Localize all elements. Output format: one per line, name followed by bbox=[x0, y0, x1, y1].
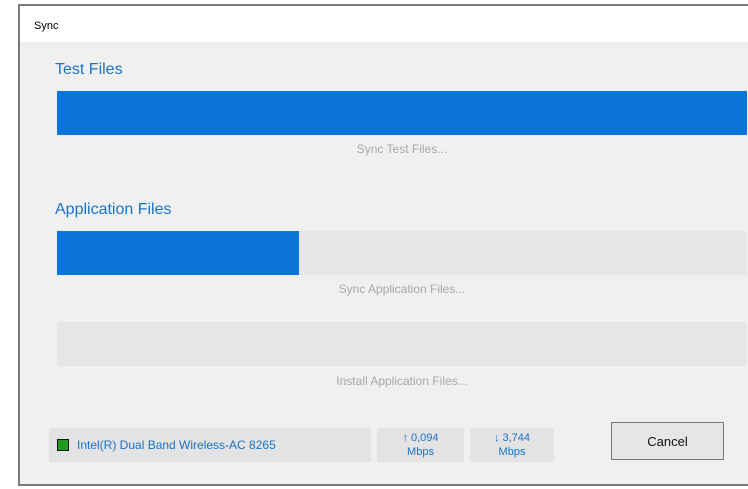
test-files-progress-fill bbox=[57, 91, 747, 135]
application-files-install-progress-bar bbox=[57, 322, 747, 366]
test-files-progress-bar bbox=[57, 91, 747, 135]
upload-speed-unit: Mbps bbox=[407, 446, 434, 458]
application-files-heading: Application Files bbox=[55, 201, 172, 218]
network-adapter-status: Intel(R) Dual Band Wireless-AC 8265 bbox=[49, 428, 371, 462]
upload-speed: ↑ 0,094 Mbps bbox=[377, 428, 464, 462]
test-files-caption: Sync Test Files... bbox=[356, 142, 448, 156]
application-files-install-caption: Install Application Files... bbox=[336, 374, 468, 388]
application-files-sync-progress-bar bbox=[57, 231, 747, 275]
window-title: Sync bbox=[34, 20, 59, 32]
sync-dialog: Sync Test Files Sync Test Files... Appli… bbox=[18, 4, 748, 486]
download-speed-unit: Mbps bbox=[498, 446, 526, 458]
cancel-button[interactable]: Cancel bbox=[611, 422, 724, 460]
download-speed-value: ↓ 3,744 bbox=[493, 432, 531, 444]
upload-speed-value: ↑ 0,094 bbox=[402, 432, 439, 444]
network-adapter-name: Intel(R) Dual Band Wireless-AC 8265 bbox=[77, 438, 276, 452]
application-files-sync-caption: Sync Application Files... bbox=[338, 282, 466, 296]
download-speed: ↓ 3,744 Mbps bbox=[470, 428, 554, 462]
application-files-sync-progress-fill bbox=[57, 231, 299, 275]
network-adapter-icon bbox=[57, 439, 69, 451]
title-bar[interactable]: Sync bbox=[20, 6, 748, 42]
test-files-heading: Test Files bbox=[55, 61, 123, 78]
